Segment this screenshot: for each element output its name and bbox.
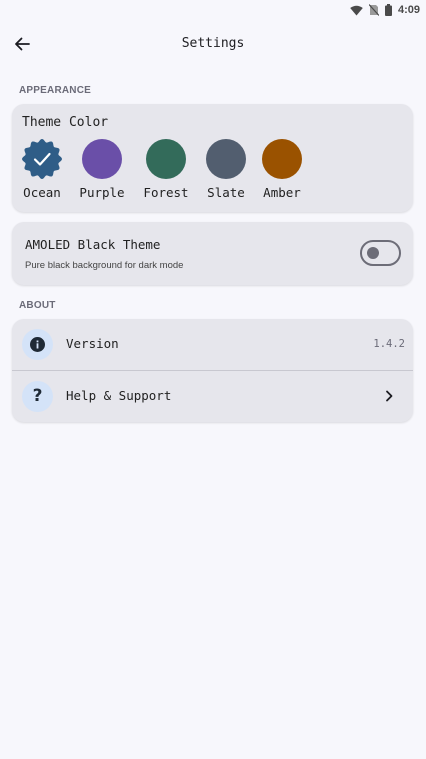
wifi-icon	[350, 5, 363, 15]
color-circle	[206, 139, 246, 179]
question-icon: ?	[32, 386, 43, 406]
swatch-purple[interactable]: Purple	[72, 139, 132, 203]
swatch-forest[interactable]: Forest	[136, 139, 196, 203]
swatch-label: Purple	[79, 185, 125, 200]
info-icon	[30, 337, 45, 352]
selected-badge-icon	[22, 139, 62, 179]
version-label: Version	[66, 336, 119, 351]
help-support-row[interactable]: ? Help & Support	[12, 371, 413, 422]
swatch-amber[interactable]: Amber	[252, 139, 312, 203]
amoled-subtitle: Pure black background for dark mode	[25, 260, 184, 271]
color-circle	[262, 139, 302, 179]
battery-icon	[384, 4, 392, 16]
swatch-ocean[interactable]: Ocean	[12, 139, 72, 203]
section-label-appearance: APPEARANCE	[19, 85, 92, 96]
version-value: 1.4.2	[373, 338, 405, 350]
status-time: 4:09	[397, 4, 420, 16]
toggle-knob	[367, 247, 379, 259]
amoled-toggle[interactable]	[360, 240, 401, 266]
swatch-slate[interactable]: Slate	[196, 139, 256, 203]
swatch-label: Amber	[263, 185, 301, 200]
status-bar: 4:09	[0, 0, 426, 20]
info-icon-container	[22, 329, 53, 360]
question-icon-container: ?	[22, 381, 53, 412]
page-title: Settings	[181, 36, 245, 51]
color-circle	[146, 139, 186, 179]
theme-color-title: Theme Color	[22, 115, 109, 130]
swatch-label: Forest	[143, 185, 189, 200]
about-card: Version 1.4.2 ? Help & Support	[12, 319, 413, 422]
amoled-title: AMOLED Black Theme	[25, 237, 161, 252]
top-app-bar: Settings	[0, 24, 426, 64]
theme-color-card: Theme Color Ocean Purple Forest Slate Am…	[12, 104, 413, 212]
swatch-label: Slate	[207, 185, 245, 200]
swatch-label: Ocean	[23, 185, 61, 200]
chevron-right-icon	[386, 390, 393, 402]
help-support-label: Help & Support	[66, 388, 172, 403]
no-sim-icon	[368, 4, 379, 16]
amoled-card[interactable]: AMOLED Black Theme Pure black background…	[12, 222, 413, 285]
section-label-about: ABOUT	[19, 300, 56, 311]
color-circle	[82, 139, 122, 179]
version-row[interactable]: Version 1.4.2	[12, 319, 413, 370]
